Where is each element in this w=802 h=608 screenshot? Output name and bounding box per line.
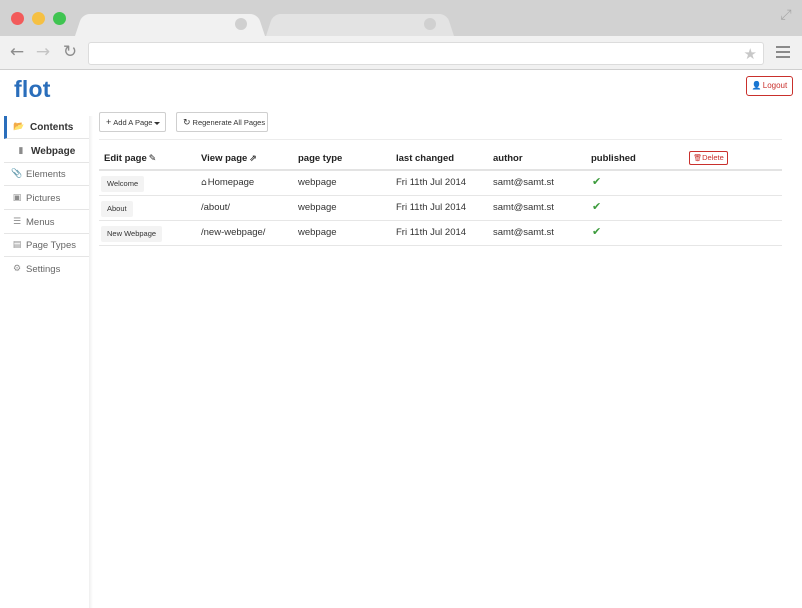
plus-icon: + [106, 117, 112, 127]
logout-button[interactable]: 👤Logout [746, 76, 793, 96]
last-changed-cell: Fri 11th Jul 2014 [396, 227, 467, 238]
edit-page-button[interactable]: About [101, 201, 133, 217]
picture-icon: ▣ [12, 193, 22, 203]
author-cell: samt@samt.st [493, 177, 554, 188]
sidebar-item-pictures[interactable]: ▣ Pictures [4, 187, 89, 210]
sidebar-item-label: Pictures [26, 193, 61, 204]
back-arrow-icon[interactable]: ← [7, 42, 27, 62]
page-type-cell: webpage [298, 227, 337, 238]
browser-tab-active[interactable] [75, 12, 265, 36]
trash-icon: 🗑 [693, 155, 703, 162]
window-minimize-button[interactable] [32, 12, 45, 25]
tab-close-icon[interactable] [235, 18, 247, 30]
caret-down-icon [154, 121, 161, 125]
header-view-page: View page ⇗ [201, 153, 257, 164]
user-icon: 👤 [751, 81, 762, 90]
edit-page-button[interactable]: New Webpage [101, 226, 163, 242]
hamburger-menu-icon[interactable] [776, 46, 790, 58]
view-page-link[interactable]: /about/ [201, 202, 230, 213]
sidebar: 📂 Contents ▮ Webpage 📎 Elements ▣ Pictur… [4, 116, 93, 608]
home-icon: ⌂ [201, 178, 207, 188]
edit-page-button[interactable]: Welcome [101, 176, 145, 192]
table-row: About /about/ webpage Fri 11th Jul 2014 … [99, 196, 782, 221]
sidebar-item-page-types[interactable]: ▤ Page Types [4, 234, 89, 257]
add-page-label: Add A Page [113, 118, 153, 127]
pages-table: Edit page ✎ View page ⇗ page type last cha… [99, 148, 782, 246]
browser-toolbar: ← → ↻ ★ [0, 36, 802, 70]
refresh-icon: ↻ [183, 117, 191, 127]
tab-close-icon[interactable] [424, 18, 436, 30]
paperclip-icon: 📎 [11, 169, 23, 179]
browser-tab-inactive[interactable] [266, 12, 454, 36]
reload-icon[interactable]: ↻ [60, 42, 80, 62]
logo[interactable]: flot [14, 76, 51, 103]
delete-button[interactable]: 🗑Delete [689, 151, 728, 165]
table-row: Welcome ⌂Homepage webpage Fri 11th Jul 2… [99, 171, 782, 196]
edit-icon: ✎ [148, 153, 157, 163]
forward-arrow-icon[interactable]: → [33, 42, 53, 62]
header-author: author [493, 153, 523, 164]
regenerate-label: Regenerate All Pages [192, 118, 266, 127]
page-type-cell: webpage [298, 202, 337, 213]
divider [99, 139, 782, 140]
view-page-link[interactable]: ⌂Homepage [201, 177, 254, 188]
author-cell: samt@samt.st [493, 202, 554, 213]
sidebar-item-label: Page Types [26, 240, 77, 251]
app-root: flot 👤Logout 📂 Contents ▮ Webpage 📎 Elem… [0, 70, 802, 608]
document-icon: ▤ [12, 240, 22, 250]
window-maximize-button[interactable] [53, 12, 66, 25]
sidebar-item-label: Settings [26, 264, 61, 275]
header-page-type: page type [298, 153, 343, 164]
header-edit-page: Edit page ✎ [104, 153, 157, 164]
sidebar-item-contents[interactable]: 📂 Contents [4, 116, 89, 139]
table-header: Edit page ✎ View page ⇗ page type last cha… [99, 148, 782, 171]
browser-chrome: ⤢ ← → ↻ ★ [0, 0, 802, 70]
header-published: published [591, 153, 636, 164]
external-link-icon: ⇗ [249, 153, 257, 163]
sidebar-item-label: Webpage [31, 146, 76, 157]
sidebar-item-label: Contents [30, 122, 74, 133]
resize-icon[interactable]: ⤢ [778, 6, 794, 22]
delete-label: Delete [702, 153, 724, 162]
published-check-icon: ✔ [592, 225, 602, 238]
logout-label: Logout [762, 81, 788, 90]
published-check-icon: ✔ [592, 175, 602, 188]
bookmark-star-icon[interactable]: ★ [744, 44, 757, 64]
published-check-icon: ✔ [592, 200, 602, 213]
sidebar-item-webpage[interactable]: ▮ Webpage [4, 140, 89, 163]
sidebar-item-elements[interactable]: 📎 Elements [4, 163, 89, 186]
list-icon: ☰ [12, 217, 22, 227]
sidebar-item-label: Menus [26, 217, 55, 228]
last-changed-cell: Fri 11th Jul 2014 [396, 177, 467, 188]
file-icon: ▮ [18, 146, 24, 156]
address-bar[interactable]: ★ [88, 42, 764, 65]
sidebar-item-menus[interactable]: ☰ Menus [4, 211, 89, 234]
sidebar-item-label: Elements [26, 169, 66, 180]
header-last-changed: last changed [396, 153, 455, 164]
sidebar-item-settings[interactable]: ⚙ Settings [4, 258, 89, 281]
tab-strip: ⤢ [0, 0, 802, 36]
table-row: New Webpage /new-webpage/ webpage Fri 11… [99, 221, 782, 246]
window-close-button[interactable] [11, 12, 24, 25]
add-page-button[interactable]: + Add A Page [99, 112, 166, 132]
last-changed-cell: Fri 11th Jul 2014 [396, 202, 467, 213]
view-page-link[interactable]: /new-webpage/ [201, 227, 265, 238]
page-type-cell: webpage [298, 177, 337, 188]
author-cell: samt@samt.st [493, 227, 554, 238]
folder-open-icon: 📂 [13, 122, 25, 132]
gear-icon: ⚙ [12, 264, 22, 274]
regenerate-pages-button[interactable]: ↻ Regenerate All Pages [176, 112, 268, 132]
